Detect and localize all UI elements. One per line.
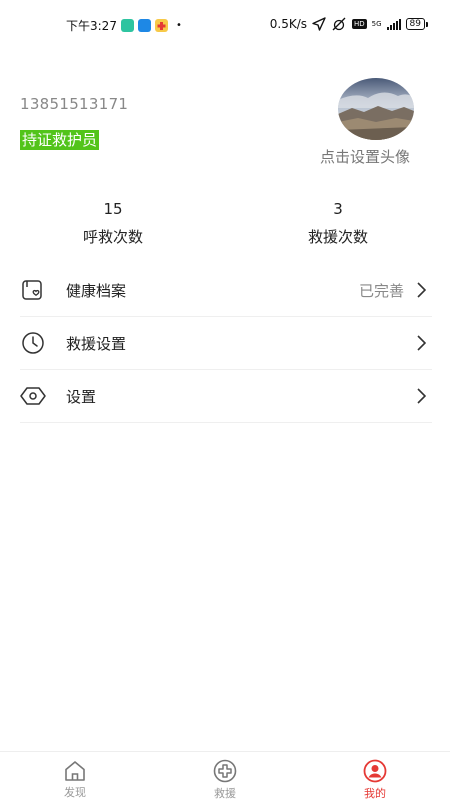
menu-item-label: 救援设置 [66,334,127,353]
settings-icon [20,383,46,409]
tab-rescue[interactable]: 救援 [150,752,300,800]
bottom-nav: 发现 救援 我的 [0,751,450,800]
stat-rescue-count[interactable]: 3 救援次数 [278,200,398,247]
chevron-right-icon [414,388,428,404]
tab-label: 我的 [364,787,386,800]
health-record-icon [20,277,46,303]
health-record-status: 已完善 [358,281,404,300]
avatar-landscape-image [338,78,414,140]
battery-icon: 89 [405,18,428,30]
battery-level: 89 [405,18,425,30]
phone-number: 13851513171 [20,95,129,113]
status-bar-left: 下午3:27 • [66,17,182,34]
menu-item-label: 健康档案 [66,281,127,300]
tab-label: 救援 [214,787,236,800]
chevron-right-icon [414,282,428,298]
home-icon [62,759,88,782]
stat-label: 救援次数 [307,228,368,246]
menu-item-health-record[interactable]: 健康档案 已完善 [20,264,432,317]
avatar[interactable] [338,78,414,140]
more-notifications-dot-icon: • [175,20,182,31]
stat-value: 3 [333,200,343,218]
notification-app-icon [120,19,134,32]
status-bar: 下午3:27 • 0.5K/s HD 5G 89 [0,0,450,48]
alarm-off-icon [332,17,346,31]
chevron-right-icon [414,335,428,351]
clock-icon [20,330,46,356]
menu-item-label: 设置 [66,387,97,406]
network-type: 5G [371,19,382,28]
hd-badge: HD [352,19,367,29]
status-time: 下午3:27 [66,19,117,33]
stat-value: 15 [103,200,123,218]
notification-medical-icon [154,19,168,32]
stat-label: 呼救次数 [82,228,143,246]
status-bar-right: 0.5K/s HD 5G 89 [270,17,428,31]
signal-strength-icon [386,18,401,30]
settings-menu: 健康档案 已完善 救援设置 设置 [20,264,432,423]
plus-circle-icon [212,759,238,783]
profile-icon [362,759,388,783]
tab-discover[interactable]: 发现 [0,752,150,800]
tab-label: 发现 [64,786,86,799]
stat-call-count[interactable]: 15 呼救次数 [53,200,173,247]
set-avatar-link[interactable]: 点击设置头像 [320,146,410,167]
certification-badge: 持证救护员 [20,130,100,150]
menu-item-rescue-settings[interactable]: 救援设置 [20,317,432,370]
menu-item-settings[interactable]: 设置 [20,370,432,423]
network-speed: 0.5K/s [269,17,307,31]
notification-app-icon [137,19,151,32]
location-arrow-icon [312,17,326,31]
tab-mine[interactable]: 我的 [300,752,450,800]
